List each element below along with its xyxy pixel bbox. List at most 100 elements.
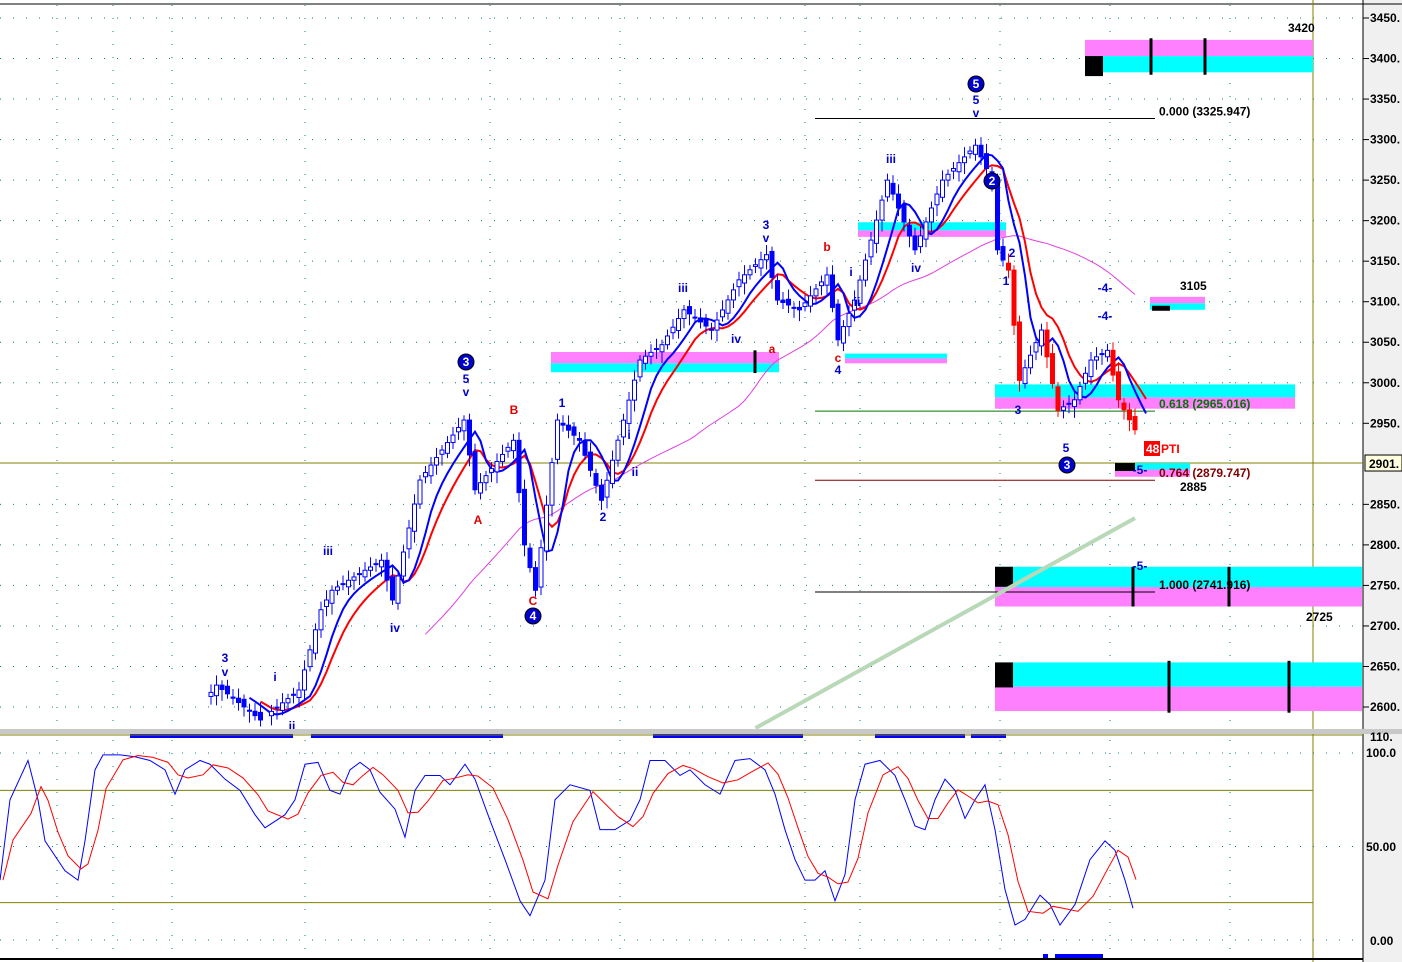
candle-body (456, 427, 461, 433)
candle-body (753, 264, 758, 268)
candle-body (604, 479, 610, 498)
candle-body (1066, 402, 1072, 405)
target-price-label: 2725 (1306, 610, 1333, 624)
wave-label: ii (632, 465, 639, 479)
candle-body (731, 289, 736, 301)
candle-body (236, 697, 241, 704)
candle-body (247, 709, 252, 712)
target-price-label: 3105 (1180, 279, 1207, 293)
candle-body (758, 259, 764, 269)
candle-body (313, 629, 318, 654)
candle-body (929, 207, 934, 223)
candle-body (786, 298, 791, 306)
candle-body (720, 309, 725, 318)
candle-body (885, 179, 890, 198)
price-tick-label: 2700. (1370, 619, 1400, 633)
wave-label: 3 (1064, 458, 1071, 472)
fib-label: 0.618 (2965.016) (1159, 397, 1250, 411)
wave-label: iii (886, 152, 896, 166)
wave-label: 3 (222, 651, 229, 665)
candle-body (692, 316, 698, 319)
candle-body (769, 250, 775, 278)
candle-body (1088, 359, 1094, 378)
candle-body (318, 609, 324, 631)
candle-body (714, 319, 720, 331)
candle-body (973, 144, 978, 155)
signal-bar (1055, 954, 1103, 958)
price-tick-label: 2950. (1370, 416, 1400, 430)
candle-body (824, 274, 830, 286)
candle-body (593, 473, 599, 486)
candle-body (483, 475, 489, 484)
candle-body (643, 355, 648, 364)
candle-body (659, 344, 665, 353)
wave-label: i (627, 428, 630, 442)
candle-body (962, 156, 967, 164)
candle-body (296, 689, 302, 699)
candle-body (736, 279, 742, 288)
wave-label: iv (911, 261, 921, 275)
wave-label: 3 (763, 218, 770, 232)
candle-body (1127, 409, 1132, 421)
target-zone-2625-lower (995, 686, 1362, 712)
fib-label: 0.764 (2879.747) (1159, 466, 1250, 480)
candle-body (527, 547, 533, 569)
wave-label: iii (678, 281, 688, 295)
price-tick-label: 3400. (1370, 52, 1400, 66)
price-tick-label: 3200. (1370, 214, 1400, 228)
candle-body (742, 274, 747, 284)
candle-body (280, 702, 285, 711)
zone-marker (1085, 56, 1103, 77)
candle-body (797, 306, 802, 311)
oscillator-tick-label: 100.0 (1366, 746, 1396, 760)
candle-body (978, 144, 984, 158)
candle-body (940, 179, 945, 198)
candle-body (879, 199, 885, 221)
price-tick-label: 2850. (1370, 497, 1400, 511)
candle-body (1105, 349, 1110, 358)
candle-body (225, 685, 230, 695)
candle-body (863, 259, 868, 281)
candle-body (912, 235, 918, 251)
candle-body (1011, 269, 1017, 326)
wave-label: b (823, 240, 830, 254)
wave-label: C (529, 594, 538, 608)
candle-body (450, 434, 456, 444)
candle-body (241, 698, 247, 708)
candle-body (1039, 329, 1044, 347)
wave-label: v (973, 106, 980, 120)
candle-body (494, 461, 500, 473)
candle-body (346, 579, 351, 588)
target-zone-3030b-upper (845, 353, 947, 359)
candle-body (324, 599, 329, 607)
candle-body (1006, 262, 1011, 271)
candle-body (967, 150, 973, 155)
wave-label: v (222, 665, 229, 679)
target-zone-3030-lower (551, 363, 779, 373)
candle-body (1044, 329, 1050, 358)
candle-body (571, 426, 577, 436)
candle-body (830, 274, 835, 308)
candle-body (874, 219, 879, 244)
candle-body (1094, 356, 1099, 361)
candle-body (384, 559, 390, 581)
candle-body (1072, 399, 1077, 408)
candle-body (918, 235, 923, 248)
candle-body (764, 254, 769, 261)
candle-body (621, 419, 626, 438)
candle-body (423, 472, 428, 478)
price-tick-label: 3300. (1370, 133, 1400, 147)
candle-body (489, 468, 494, 473)
candle-body (1000, 246, 1006, 261)
price-tick-label: 2600. (1370, 700, 1400, 714)
candle-body (401, 551, 406, 577)
candle-body (995, 179, 1000, 251)
candle-body (896, 193, 901, 209)
candle-body (472, 451, 478, 491)
wave-label: 1 (1003, 274, 1010, 288)
signal-bar (1043, 954, 1048, 958)
candle-body (632, 379, 637, 401)
wave-label: 2 (989, 174, 996, 188)
candle-body (439, 449, 445, 455)
candle-body (566, 424, 571, 431)
